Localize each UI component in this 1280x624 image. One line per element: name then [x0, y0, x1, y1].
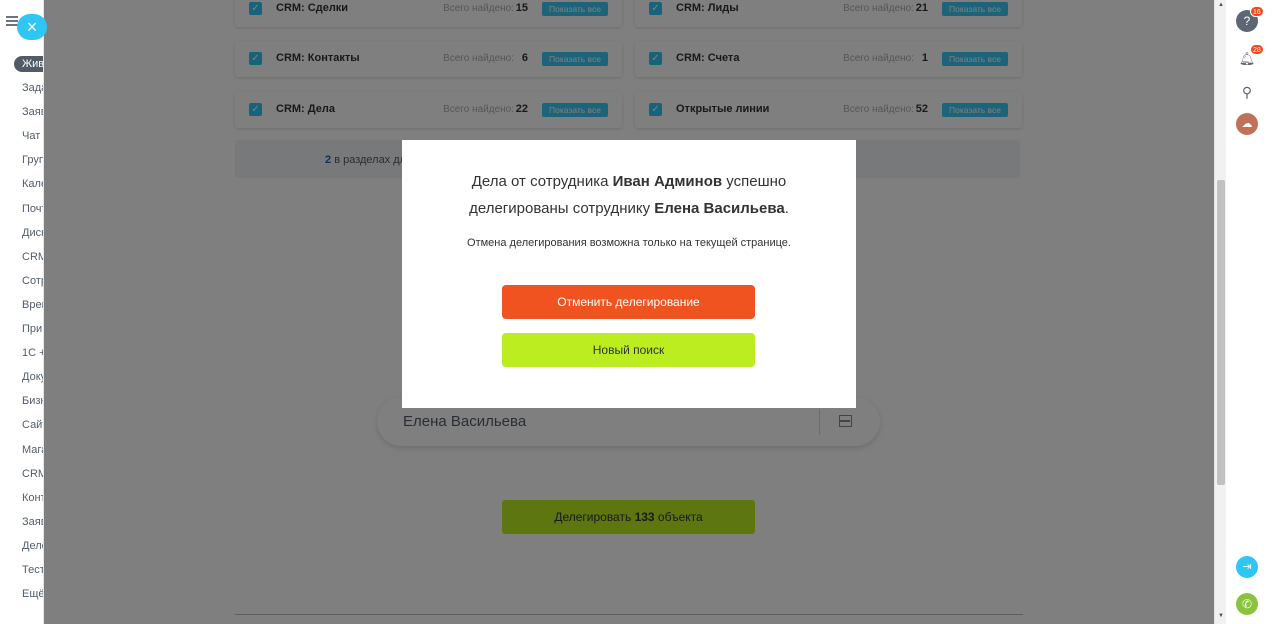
phone-icon[interactable]: ✆ [1236, 593, 1258, 615]
search-icon[interactable]: ⚲ [1236, 81, 1258, 103]
sidebar-item[interactable]: Конт [0, 486, 43, 510]
sidebar-item[interactable]: Зада [0, 76, 43, 100]
from-user: Иван Админов [612, 173, 723, 190]
help-badge: 16 [1250, 6, 1264, 17]
close-icon[interactable]: × [17, 14, 47, 40]
sidebar-item[interactable]: Мага [0, 438, 43, 462]
scroll-up-icon[interactable]: ▲ [1218, 2, 1224, 8]
sidebar-item[interactable]: Врем [0, 293, 43, 317]
sidebar-item[interactable]: Кале [0, 172, 43, 196]
sidebar-item[interactable]: Ещё [0, 582, 43, 606]
bell-icon[interactable]: 🔔︎ 28 [1236, 44, 1264, 70]
sidebar-item[interactable]: Тест [0, 558, 43, 582]
cloud-icon[interactable]: ☁ [1236, 113, 1258, 135]
sidebar-nav: Жив Зада Заяв Чат Груп Кале Почт Диск CR… [0, 52, 43, 606]
right-panel: ▲ ▼ ? 16 🔔︎ 28 ⚲ ☁ ⇥ ✆ [1214, 0, 1280, 624]
sidebar-item[interactable]: При [0, 317, 43, 341]
sidebar-item[interactable]: Груп [0, 148, 43, 172]
sidebar-item[interactable]: Заяв [0, 510, 43, 534]
sidebar-item[interactable]: Заяв [0, 100, 43, 124]
sidebar-item[interactable]: Бизн [0, 389, 43, 413]
help-icon[interactable]: ? 16 [1236, 6, 1264, 32]
sidebar-item[interactable]: CRM [0, 462, 43, 486]
sidebar-item[interactable]: Деле [0, 534, 43, 558]
modal-message: Дела от сотрудника Иван Админов успешно … [469, 173, 789, 217]
sidebar-item[interactable]: Сайт [0, 413, 43, 437]
sidebar-item[interactable]: 1С + [0, 341, 43, 365]
exit-icon[interactable]: ⇥ [1236, 556, 1258, 578]
scroll-thumb[interactable] [1217, 180, 1225, 485]
modal-note: Отмена делегирования возможна только на … [467, 237, 791, 249]
scrollbar[interactable]: ▲ ▼ [1214, 0, 1226, 624]
sidebar-item[interactable]: Доку [0, 365, 43, 389]
notify-badge: 28 [1250, 44, 1264, 55]
sidebar-item[interactable]: Почт [0, 197, 43, 221]
cancel-delegation-button[interactable]: Отменить делегирование [502, 285, 755, 319]
sidebar-item[interactable]: CRM [0, 245, 43, 269]
scroll-down-icon[interactable]: ▼ [1218, 613, 1224, 619]
new-search-button[interactable]: Новый поиск [502, 333, 755, 367]
sidebar-item[interactable]: Диск [0, 221, 43, 245]
to-user: Елена Васильева [654, 200, 785, 217]
sidebar-item[interactable]: Чат [0, 124, 43, 148]
delegation-success-modal: Дела от сотрудника Иван Админов успешно … [402, 140, 856, 408]
left-sidebar: Жив Зада Заяв Чат Груп Кале Почт Диск CR… [0, 0, 44, 624]
sidebar-item[interactable]: Сотр [0, 269, 43, 293]
sidebar-item[interactable]: Жив [0, 52, 43, 76]
